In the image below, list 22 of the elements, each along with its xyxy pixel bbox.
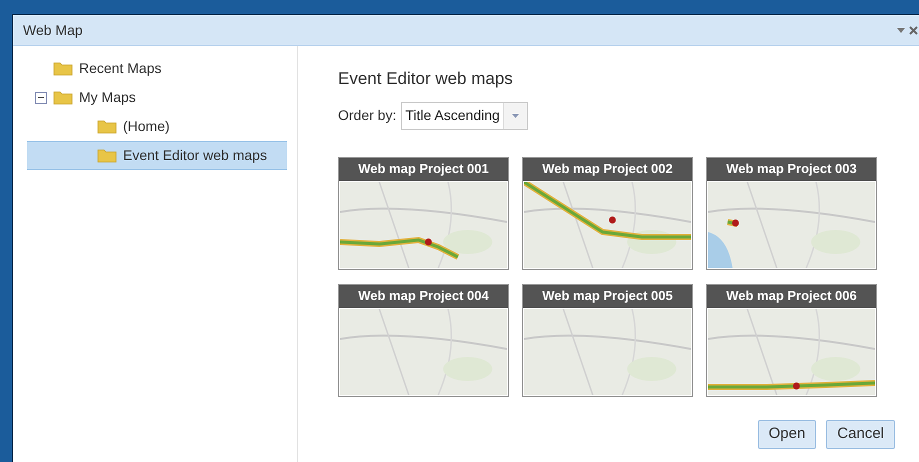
map-card[interactable]: Web map Project 003 <box>706 156 877 270</box>
map-card[interactable]: Web map Project 002 <box>522 156 693 270</box>
map-title: Web map Project 003 <box>707 158 876 180</box>
tree-item[interactable]: Event Editor web maps <box>27 141 287 170</box>
map-title: Web map Project 006 <box>707 284 876 308</box>
dialog-button[interactable]: Cancel <box>826 420 895 448</box>
tree-item[interactable]: My Maps <box>27 83 287 112</box>
map-card[interactable]: Web map Project 006 <box>706 284 877 396</box>
tree-item[interactable]: Recent Maps <box>27 54 287 83</box>
order-select[interactable]: Title Ascending <box>401 102 528 130</box>
map-title: Web map Project 002 <box>523 158 692 180</box>
order-label: Order by: <box>338 106 396 125</box>
map-card[interactable]: Web map Project 004 <box>338 284 509 396</box>
tree-item[interactable]: (Home) <box>27 112 287 141</box>
dialog-button[interactable]: Open <box>758 420 816 448</box>
map-card[interactable]: Web map Project 001 <box>338 156 509 270</box>
section-heading: Event Editor web maps <box>338 68 514 90</box>
window-title: Web Map <box>23 20 83 40</box>
map-title: Web map Project 004 <box>339 284 508 308</box>
map-card[interactable]: Web map Project 005 <box>522 284 693 396</box>
map-title: Web map Project 001 <box>339 158 508 180</box>
map-title: Web map Project 005 <box>523 284 692 308</box>
